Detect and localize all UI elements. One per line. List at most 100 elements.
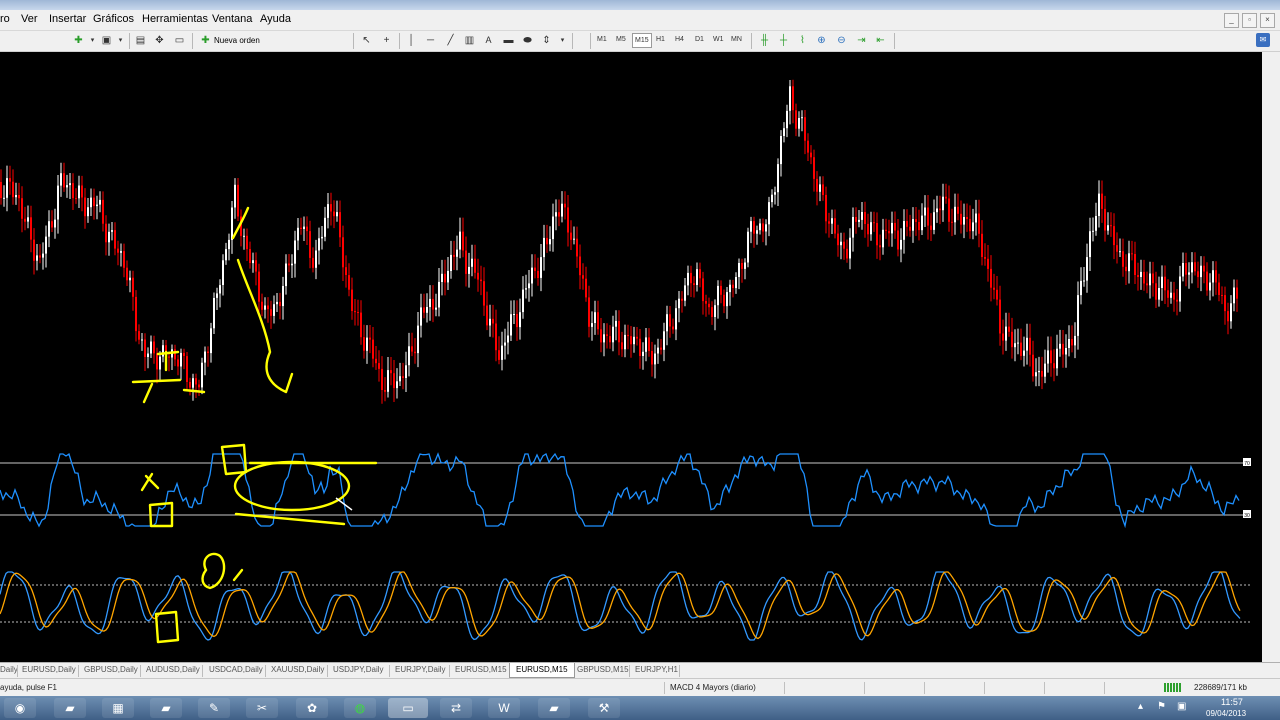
channel-icon[interactable]: ▥	[463, 34, 476, 47]
candle-body	[459, 231, 461, 250]
chrome-icon[interactable]: ◉	[4, 698, 36, 718]
network-icon[interactable]: ▣	[1177, 701, 1186, 712]
timeframe-w1[interactable]: W1	[713, 36, 724, 43]
title-bar	[0, 0, 1280, 10]
candle-body	[195, 378, 197, 385]
tab-daily[interactable]: Daily	[0, 665, 18, 674]
cursor-icon[interactable]: ↖	[360, 34, 373, 47]
candle-body	[795, 110, 797, 129]
calculator-icon[interactable]: ▦	[102, 698, 134, 718]
timeframe-m1[interactable]: M1	[597, 36, 607, 43]
tab-eurusd-m15[interactable]: EURUSD,M15	[455, 665, 507, 674]
chevron-down-icon[interactable]: ▾	[86, 34, 99, 47]
metatrader-icon[interactable]: ⚒	[588, 698, 620, 718]
menu-item-tools[interactable]: Herramientas	[142, 13, 208, 25]
folder-icon[interactable]: ▰	[54, 698, 86, 718]
tab-eurjpy-daily[interactable]: EURJPY,Daily	[395, 665, 446, 674]
timeframe-h4[interactable]: H4	[675, 36, 684, 43]
tab-usdcad-daily[interactable]: USDCAD,Daily	[209, 665, 263, 674]
clock-time[interactable]: 11:57	[1221, 697, 1243, 707]
candle-body	[1167, 290, 1169, 298]
folder-icon[interactable]: ▰	[538, 698, 570, 718]
timeframe-h1[interactable]: H1	[656, 36, 665, 43]
flag-icon[interactable]: ⚑	[1157, 701, 1166, 712]
crosshair-icon[interactable]: +	[380, 34, 393, 47]
candle-body	[159, 356, 161, 370]
navigator-icon[interactable]: ✥	[153, 34, 166, 47]
menu-item-view[interactable]: Ver	[21, 13, 38, 25]
tab-gbpusd-m15[interactable]: GBPUSD,M15	[577, 665, 629, 674]
new-order-button[interactable]: Nueva orden	[214, 36, 260, 45]
candle-body	[414, 351, 416, 354]
clock-date[interactable]: 09/04/2013	[1206, 709, 1246, 718]
bar-chart-icon[interactable]: ╫	[758, 34, 771, 47]
menu-item-help[interactable]: Ayuda	[260, 13, 291, 25]
app-icon[interactable]: ▭	[388, 698, 428, 718]
candle-body	[51, 221, 53, 228]
candles-icon[interactable]: ┼	[777, 34, 790, 47]
chart-window[interactable]: 70 30	[0, 52, 1262, 662]
plus-chart-icon[interactable]: ✚	[72, 34, 85, 47]
candle-body	[681, 298, 683, 301]
chat-icon[interactable]: ✉	[1256, 33, 1270, 47]
market-watch-icon[interactable]: ▤	[134, 34, 147, 47]
candle-body	[699, 269, 701, 279]
menu-item-insert[interactable]: Insertar	[49, 13, 86, 25]
tab-eurjpy-h1[interactable]: EURJPY,H1	[635, 665, 678, 674]
tab-xauusd-daily[interactable]: XAUUSD,Daily	[271, 665, 324, 674]
minimize-button[interactable]: _	[1224, 13, 1239, 28]
tab-eurusd-daily[interactable]: EURUSD,Daily	[22, 665, 76, 674]
candle-body	[1074, 335, 1076, 346]
timeframe-mn[interactable]: MN	[731, 36, 742, 43]
spotify-icon[interactable]: ◍	[344, 698, 376, 718]
chevron-down-icon[interactable]: ▾	[556, 34, 569, 47]
horizontal-line-icon[interactable]: ─	[424, 34, 437, 47]
tab-usdjpy-daily[interactable]: USDJPY,Daily	[333, 665, 384, 674]
menu-item-window[interactable]: Ventana	[212, 13, 252, 25]
tray-expand-icon[interactable]: ▴	[1138, 701, 1143, 712]
terminal-icon[interactable]: ▭	[173, 34, 186, 47]
folder-icon[interactable]: ▰	[150, 698, 182, 718]
shapes-icon[interactable]: ⬬	[521, 34, 534, 47]
candle-body	[366, 337, 368, 351]
pen-icon[interactable]: ✎	[198, 698, 230, 718]
arrows-icon[interactable]: ⇕	[540, 34, 553, 47]
candle-body	[0, 182, 2, 198]
chart-shift-icon[interactable]: ⇤	[874, 34, 887, 47]
vertical-line-icon[interactable]: │	[405, 34, 418, 47]
candle-body	[1005, 326, 1007, 341]
tab-audusd-daily[interactable]: AUDUSD,Daily	[146, 665, 200, 674]
paint-icon[interactable]: ✂	[246, 698, 278, 718]
menu-item-file[interactable]: ro	[0, 13, 10, 25]
word-icon[interactable]: W	[488, 698, 520, 718]
timeframe-d1[interactable]: D1	[695, 36, 704, 43]
flower-icon[interactable]: ✿	[296, 698, 328, 718]
candle-body	[78, 185, 80, 199]
candle-body	[639, 338, 641, 356]
tab-gbpusd-daily[interactable]: GBPUSD,Daily	[84, 665, 138, 674]
chart-scrollbar[interactable]	[1262, 52, 1280, 662]
teamviewer-icon[interactable]: ⇄	[440, 698, 472, 718]
autoscroll-icon[interactable]: ⇥	[855, 34, 868, 47]
candle-body	[783, 128, 785, 136]
candle-body	[912, 219, 914, 231]
trendline-icon[interactable]: ╱	[444, 34, 457, 47]
text-icon[interactable]: A	[482, 34, 495, 47]
candle-body	[399, 376, 401, 382]
chevron-down-icon[interactable]: ▾	[114, 34, 127, 47]
tab-eurusd-m15-active[interactable]: EURUSD,M15	[509, 663, 575, 678]
window-icon[interactable]: ▣	[100, 34, 113, 47]
timeframe-m5[interactable]: M5	[616, 36, 626, 43]
line-chart-icon[interactable]: ⌇	[796, 34, 809, 47]
menu-item-charts[interactable]: Gráficos	[93, 13, 134, 25]
label-icon[interactable]: ▬	[502, 34, 515, 47]
zoom-in-icon[interactable]: ⊕	[815, 34, 828, 47]
candle-body	[1113, 226, 1115, 246]
candle-body	[1071, 339, 1073, 346]
close-button[interactable]: ×	[1260, 13, 1275, 28]
zoom-out-icon[interactable]: ⊖	[835, 34, 848, 47]
restore-button[interactable]: ▫	[1242, 13, 1257, 28]
hand-drawn-annotations	[131, 206, 378, 644]
candle-body	[468, 266, 470, 274]
timeframe-m15[interactable]: M15	[632, 33, 652, 48]
